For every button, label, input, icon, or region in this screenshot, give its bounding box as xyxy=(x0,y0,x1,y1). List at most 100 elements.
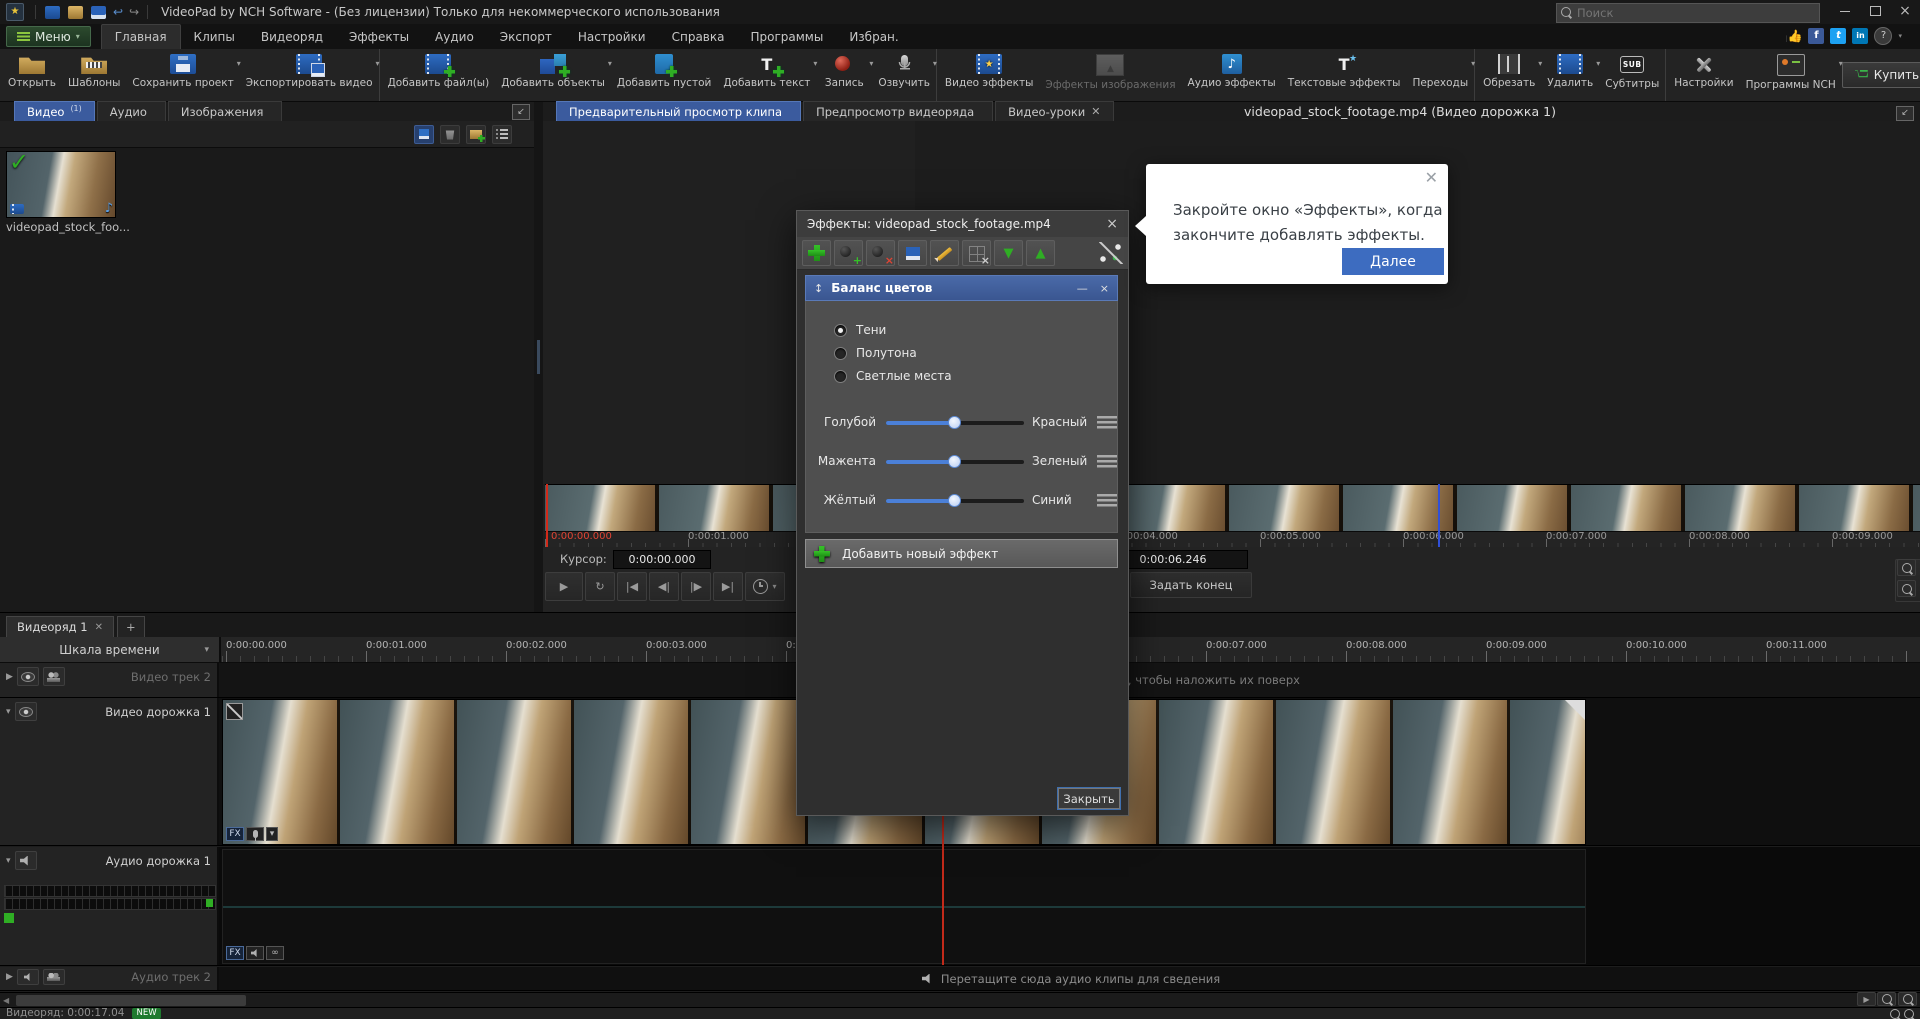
open-project-icon[interactable] xyxy=(68,6,83,19)
toolbar-button[interactable]: ▾ Озвучить xyxy=(872,49,937,101)
slider-thumb[interactable] xyxy=(948,494,961,507)
facebook-icon[interactable]: f xyxy=(1808,28,1824,44)
expand-icon[interactable]: ▶ xyxy=(6,672,13,682)
save-project-icon[interactable] xyxy=(91,6,106,19)
tone-radio[interactable]: Тени xyxy=(834,323,886,337)
clip-menu-button[interactable]: ▾ xyxy=(266,827,278,841)
save-effect-chain-icon[interactable] xyxy=(898,240,927,266)
search-input[interactable] xyxy=(1575,5,1799,21)
toolbar-button[interactable]: ★ Видео эффекты xyxy=(939,49,1039,101)
redo-icon[interactable]: ↪ xyxy=(129,6,139,18)
toolbar-button[interactable]: ▾ Добавить объекты xyxy=(495,49,611,101)
timeline-scrollbar[interactable]: ◀ ▶ xyxy=(0,992,1920,1008)
menu-tab[interactable]: Избран. xyxy=(836,24,911,49)
playback-speed-button[interactable]: ▾ xyxy=(745,572,785,601)
toolbar-button[interactable]: ▾ Сохранить проект xyxy=(126,49,239,101)
jump-end-button[interactable]: ▶| xyxy=(713,572,743,601)
next-button[interactable]: Далее xyxy=(1342,248,1444,275)
collapse-icon[interactable]: ▾ xyxy=(6,707,11,717)
close-icon[interactable]: × xyxy=(1106,216,1118,232)
preview-tab[interactable]: Предпросмотр видеоряда xyxy=(803,101,993,121)
zoom-out-button[interactable] xyxy=(1897,580,1916,597)
speaker-badge[interactable] xyxy=(246,946,264,960)
zoom-out-icon[interactable] xyxy=(1890,1009,1900,1019)
edit-effect-icon[interactable] xyxy=(930,240,959,266)
toolbar-button[interactable]: ▾ Переходы xyxy=(1406,49,1475,101)
toolbar-button[interactable]: T★ Текстовые эффекты xyxy=(1282,49,1407,101)
slider-menu-icon[interactable] xyxy=(1097,494,1117,507)
slider-track[interactable] xyxy=(886,499,1024,503)
audio-clip[interactable]: FX ∞ xyxy=(222,849,1586,964)
clip-playhead[interactable] xyxy=(546,484,548,547)
delete-clip-icon[interactable] xyxy=(440,125,460,144)
toolbar-button[interactable]: ▾ Программы NCH xyxy=(1740,49,1842,101)
effects-dialog-titlebar[interactable]: Эффекты: videopad_stock_footage.mp4 × xyxy=(797,211,1128,237)
toolbar-button[interactable]: SUB Субтитры xyxy=(1599,49,1666,101)
minimize-button[interactable] xyxy=(1830,0,1860,22)
timeline-playhead[interactable] xyxy=(942,816,944,965)
slider-menu-icon[interactable] xyxy=(1097,455,1117,468)
twitter-icon[interactable]: t xyxy=(1830,28,1846,44)
link-badge[interactable]: ∞ xyxy=(266,946,284,960)
keyframe-curve-icon[interactable] xyxy=(1099,242,1123,264)
remove-keyframe-icon[interactable]: × xyxy=(866,240,895,266)
tone-radio[interactable]: Светлые места xyxy=(834,369,952,383)
loop-button[interactable]: ↻ xyxy=(585,572,615,601)
group-toggle[interactable] xyxy=(43,969,65,985)
minimize-effect-icon[interactable]: — xyxy=(1077,282,1088,295)
step-back-button[interactable]: ◀| xyxy=(649,572,679,601)
fade-in-icon[interactable] xyxy=(226,703,243,720)
slider-track[interactable] xyxy=(886,460,1024,464)
slider-menu-icon[interactable] xyxy=(1097,416,1117,429)
menu-tab[interactable]: Настройки xyxy=(565,24,659,49)
menu-tab[interactable]: Экспорт xyxy=(487,24,565,49)
search-box[interactable] xyxy=(1556,3,1820,23)
fx-badge[interactable]: FX xyxy=(226,946,244,960)
list-view-icon[interactable] xyxy=(492,125,512,144)
menu-tab[interactable]: Справка xyxy=(659,24,738,49)
step-forward-button[interactable]: |▶ xyxy=(681,572,711,601)
video-track2-header[interactable]: ▶ Видео трек 2 xyxy=(0,663,219,697)
close-button[interactable]: × xyxy=(1890,0,1920,22)
toolbar-button[interactable]: Шаблоны xyxy=(62,49,126,101)
toolbar-button[interactable]: T ▾ Добавить текст xyxy=(717,49,816,101)
zoom-in-icon[interactable] xyxy=(1904,1009,1914,1019)
vertical-splitter[interactable] xyxy=(534,102,543,612)
toolbar-button[interactable]: ♪ Аудио эффекты xyxy=(1182,49,1282,101)
set-end-button[interactable]: Задать конец xyxy=(1130,572,1252,598)
new-project-icon[interactable] xyxy=(45,6,60,19)
toolbar-button[interactable]: Настройки xyxy=(1668,49,1739,101)
undock-panel-icon[interactable]: ↙ xyxy=(512,104,530,120)
timeline-zoom-in-button[interactable] xyxy=(1898,992,1917,1006)
audio-track2-header[interactable]: ▶ Аудио трек 2 xyxy=(0,967,219,990)
menu-tab[interactable]: Главная xyxy=(101,24,181,49)
new-sequence-tab-button[interactable]: + xyxy=(117,616,145,637)
add-folder-icon[interactable] xyxy=(466,125,486,144)
menu-button[interactable]: Меню ▾ xyxy=(6,26,91,47)
menu-tab[interactable]: Программы xyxy=(737,24,836,49)
clip-end-handle[interactable] xyxy=(1565,700,1585,720)
add-new-effect-button[interactable]: Добавить новый эффект xyxy=(805,539,1118,568)
toolbar-button[interactable]: Добавить файл(ы) xyxy=(382,49,496,101)
scrollbar-thumb[interactable] xyxy=(16,995,246,1006)
toolbar-button[interactable]: ▾ Удалить xyxy=(1541,49,1599,101)
menu-tab[interactable]: Клипы xyxy=(181,24,248,49)
fx-badge[interactable]: FX xyxy=(226,827,244,841)
visibility-toggle[interactable] xyxy=(17,667,39,686)
audio-lane1-header[interactable]: ▾ Аудио дорожка 1 xyxy=(0,847,219,965)
close-dialog-button[interactable]: Закрыть xyxy=(1058,788,1120,809)
like-icon[interactable]: 👍 xyxy=(1786,28,1802,44)
preview-tab[interactable]: Предварительный просмотр клипа xyxy=(556,101,801,121)
mute-toggle[interactable] xyxy=(15,851,37,870)
menu-tab[interactable]: Аудио xyxy=(422,24,487,49)
close-icon[interactable]: ✕ xyxy=(1425,168,1438,187)
sequence-tab[interactable]: Видеоряд 1 ✕ xyxy=(6,616,114,637)
group-toggle[interactable] xyxy=(43,667,65,686)
media-tab[interactable]: Аудио xyxy=(97,101,166,121)
maximize-button[interactable] xyxy=(1860,0,1890,22)
media-tab[interactable]: Видео(1) xyxy=(14,101,95,121)
color-balance-header[interactable]: ↕ Баланс цветов — × xyxy=(805,275,1118,301)
toolbar-button[interactable]: ▾ Обрезать xyxy=(1477,49,1541,101)
video-lane1-header[interactable]: ▾ Видео дорожка 1 xyxy=(0,698,219,845)
undo-icon[interactable]: ↩ xyxy=(113,6,123,18)
